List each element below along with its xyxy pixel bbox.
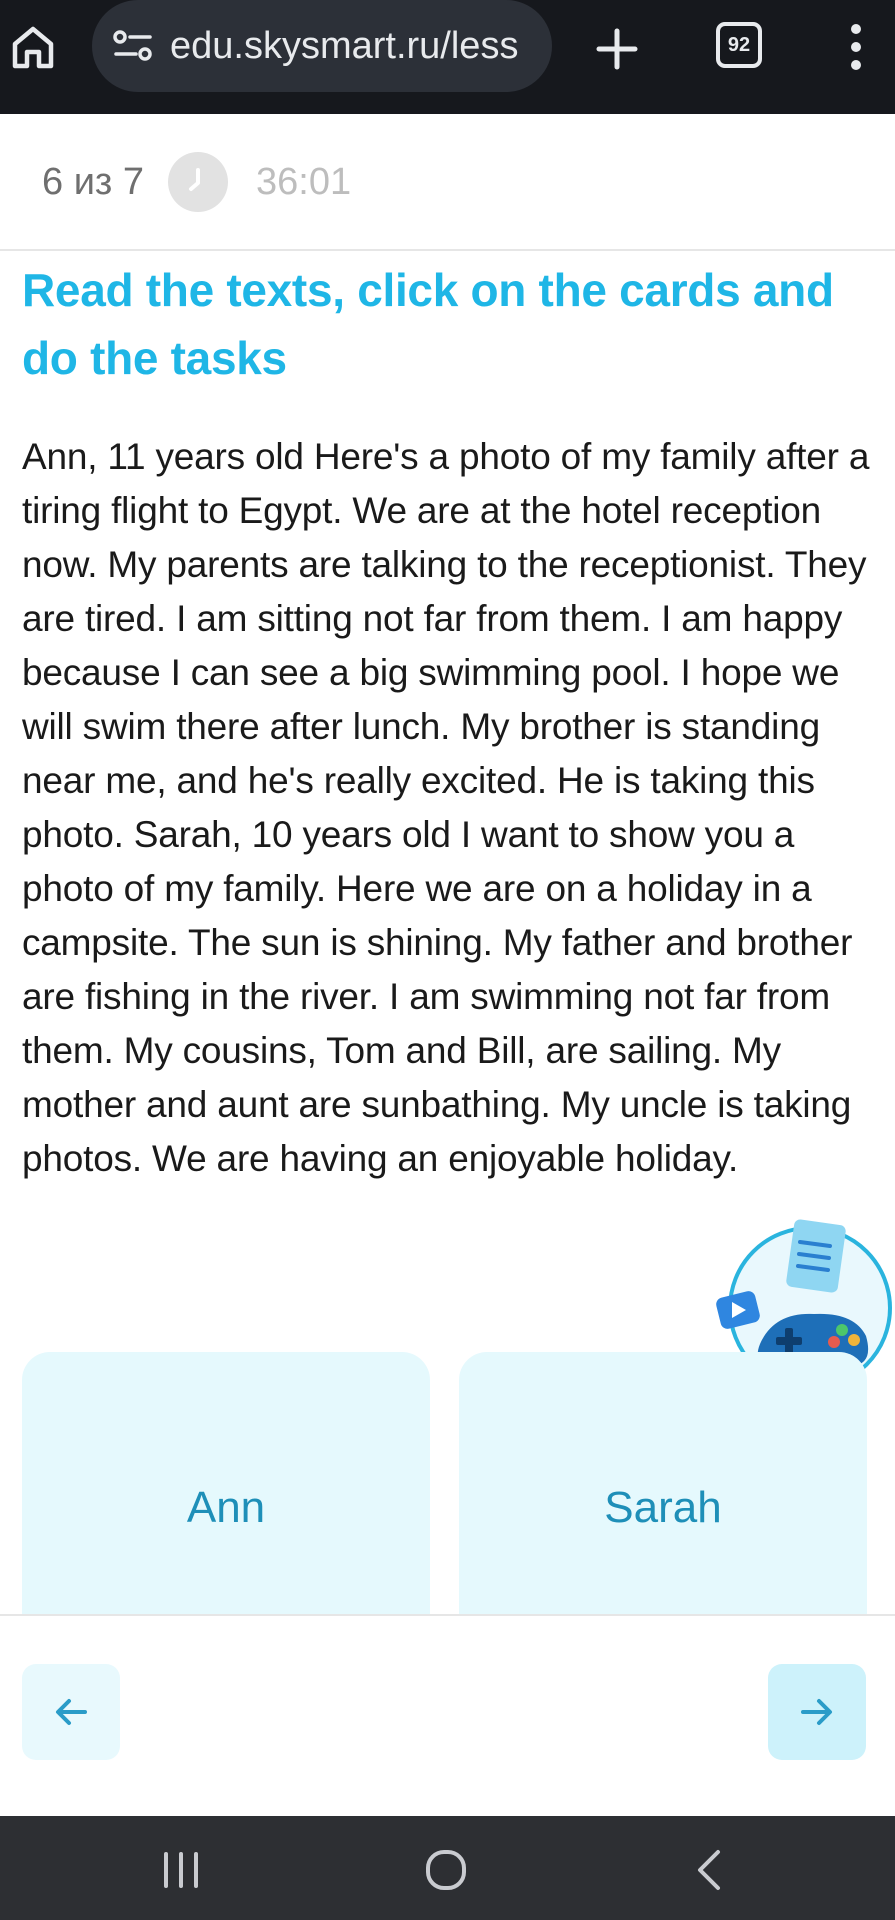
address-bar[interactable]: edu.skysmart.ru/less (92, 0, 552, 92)
lesson-header: 6 из 7 36:01 (0, 114, 895, 251)
browser-toolbar: edu.skysmart.ru/less 92 (0, 0, 895, 114)
previous-button[interactable] (22, 1664, 120, 1760)
task-progress: 6 из 7 (42, 161, 145, 203)
next-button[interactable] (768, 1664, 866, 1760)
clock-icon (168, 152, 228, 212)
recent-apps-icon[interactable] (158, 1850, 204, 1890)
card-sarah[interactable]: Sarah (459, 1352, 867, 1614)
divider (0, 1614, 895, 1616)
task-text: Ann, 11 years old Here's a photo of my f… (22, 436, 870, 1179)
back-icon[interactable] (690, 1848, 730, 1892)
home-button-icon[interactable] (424, 1848, 468, 1892)
arrow-left-icon (56, 1699, 87, 1725)
home-icon[interactable] (10, 24, 56, 70)
card-label: Sarah (604, 1483, 722, 1532)
menu-icon[interactable] (846, 22, 866, 72)
tabs-icon[interactable]: 92 (716, 22, 762, 68)
timer: 36:01 (256, 161, 352, 203)
card-ann[interactable]: Ann (22, 1352, 430, 1614)
site-settings-icon[interactable] (112, 28, 154, 64)
arrow-right-icon (801, 1699, 832, 1725)
system-navigation-bar (0, 1816, 895, 1920)
new-tab-icon[interactable] (592, 24, 642, 74)
card-label: Ann (186, 1483, 266, 1532)
task-title: Read the texts, click on the cards and d… (22, 264, 834, 384)
url-text[interactable]: edu.skysmart.ru/less (170, 22, 540, 70)
